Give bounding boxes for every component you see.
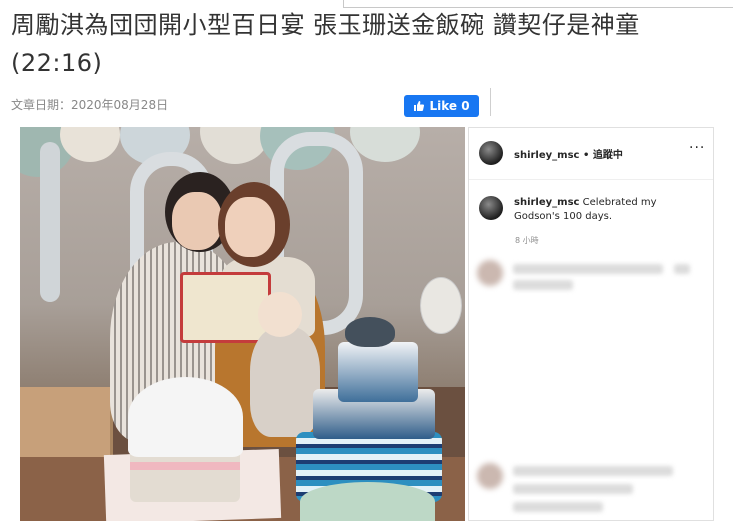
caption-username[interactable]: shirley_msc <box>514 197 579 208</box>
instagram-embed: shirley_msc • 追蹤中 ··· shirley_msc Celebr… <box>468 127 714 521</box>
separator-dot: • <box>582 150 590 161</box>
article-title: 周勵淇為団団開小型百日宴 張玉珊送金飯碗 讚契仔是神童 (22:16) <box>11 11 640 77</box>
following-button[interactable]: 追蹤中 <box>593 150 623 161</box>
article-photo <box>20 127 465 521</box>
instagram-header: shirley_msc • 追蹤中 ··· <box>469 128 713 180</box>
avatar[interactable] <box>479 196 503 220</box>
thumbs-up-icon <box>414 101 425 111</box>
facebook-like-button[interactable]: Like 0 <box>404 95 479 117</box>
username-link[interactable]: shirley_msc <box>514 150 579 161</box>
article-date: 文章日期：2020年08月28日 <box>11 98 169 112</box>
avatar[interactable] <box>479 141 503 165</box>
caption-time: 8 小時 <box>515 236 539 245</box>
caption-text: shirley_msc Celebrated my Godson's 100 d… <box>514 196 704 224</box>
instagram-header-user: shirley_msc • 追蹤中 <box>514 146 623 161</box>
like-button-label: Like 0 <box>429 99 470 113</box>
divider <box>490 88 491 116</box>
more-options-icon[interactable]: ··· <box>689 140 705 156</box>
